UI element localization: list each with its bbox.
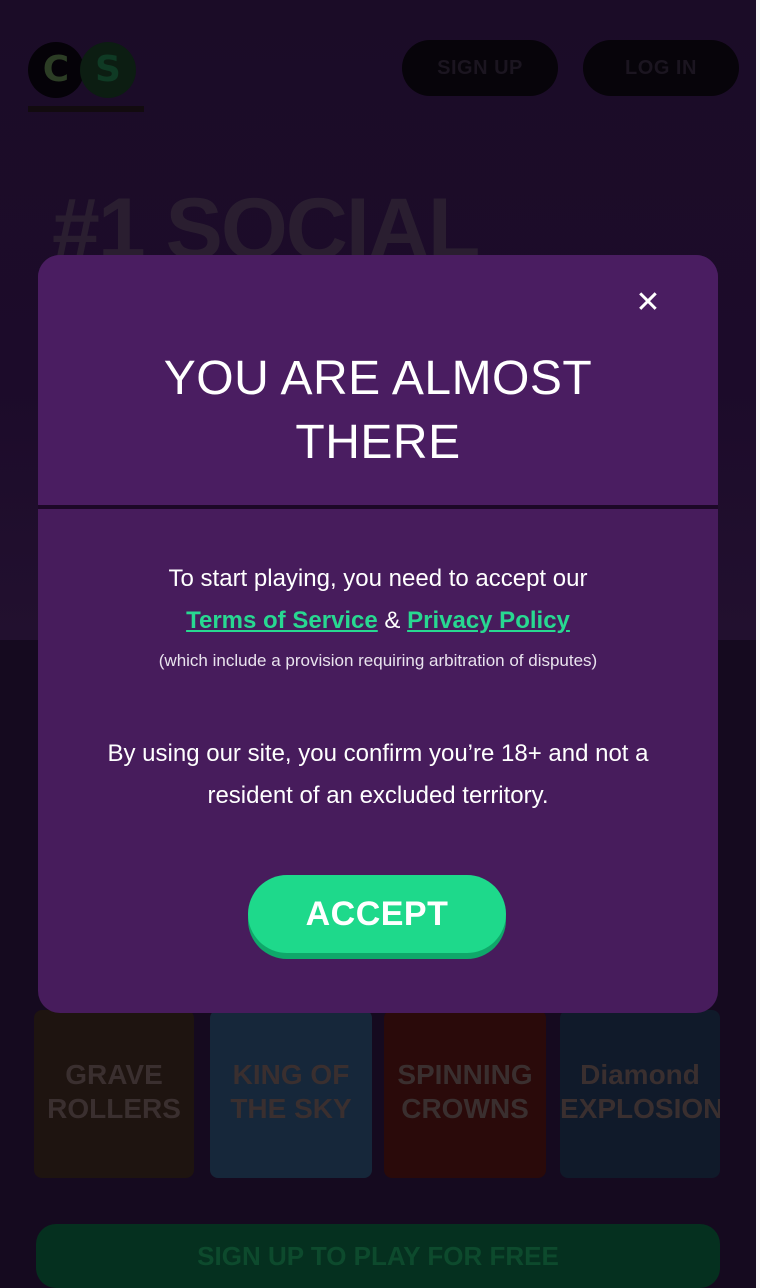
game-card[interactable]: SPINNING CROWNS	[384, 1010, 546, 1178]
modal-title: YOU ARE ALMOST THERE	[163, 352, 593, 469]
game-title: KING OF THE SKY	[230, 1059, 352, 1124]
ampersand: &	[384, 607, 401, 634]
logo-tagline	[28, 106, 144, 112]
game-card[interactable]: Diamond EXPLOSION	[560, 1010, 720, 1178]
log-in-button[interactable]: LOG IN	[583, 40, 739, 96]
close-icon[interactable]: ✕	[628, 283, 668, 323]
terms-modal: ✕ YOU ARE ALMOST THERE To start playing,…	[38, 255, 718, 1013]
game-title: SPINNING CROWNS	[397, 1059, 533, 1124]
sign-up-button[interactable]: SIGN UP	[402, 40, 558, 96]
terms-of-service-link[interactable]: Terms of Service	[186, 607, 378, 634]
site-logo[interactable]: C S	[28, 34, 144, 114]
arbitration-note: (which include a provision requiring arb…	[158, 651, 598, 670]
game-card[interactable]: KING OF THE SKY	[210, 1010, 372, 1178]
age-confirmation-text: By using our site, you confirm you’re 18…	[107, 740, 649, 809]
scrollbar-track	[756, 0, 760, 1288]
games-row: GRAVE ROLLERS KING OF THE SKY SPINNING C…	[0, 1010, 756, 1190]
legal-links: Terms of Service & Privacy Policy	[68, 607, 688, 635]
game-title: Diamond EXPLOSION	[560, 1059, 720, 1124]
privacy-policy-link[interactable]: Privacy Policy	[407, 607, 570, 634]
modal-divider	[38, 505, 718, 509]
game-title: GRAVE ROLLERS	[47, 1059, 181, 1124]
logo-letter-s: S	[80, 42, 136, 98]
sign-up-play-free-button[interactable]: SIGN UP TO PLAY FOR FREE	[36, 1224, 720, 1288]
accept-button[interactable]: ACCEPT	[248, 875, 506, 953]
logo-letter-c: C	[28, 42, 84, 98]
game-card[interactable]: GRAVE ROLLERS	[34, 1010, 194, 1178]
modal-intro-text: To start playing, you need to accept our	[168, 565, 588, 592]
